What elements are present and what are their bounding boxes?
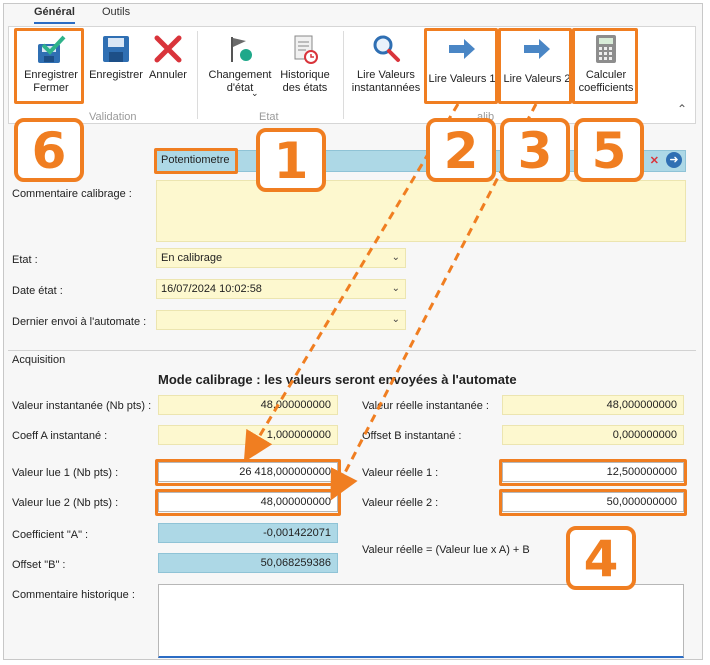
- badge-5: 5: [574, 118, 644, 182]
- badge-6: 6: [14, 118, 84, 182]
- badge-2: 2: [426, 118, 496, 182]
- badge-1: 1: [256, 128, 326, 192]
- badge-3: 3: [500, 118, 570, 182]
- badge-4: 4: [566, 526, 636, 590]
